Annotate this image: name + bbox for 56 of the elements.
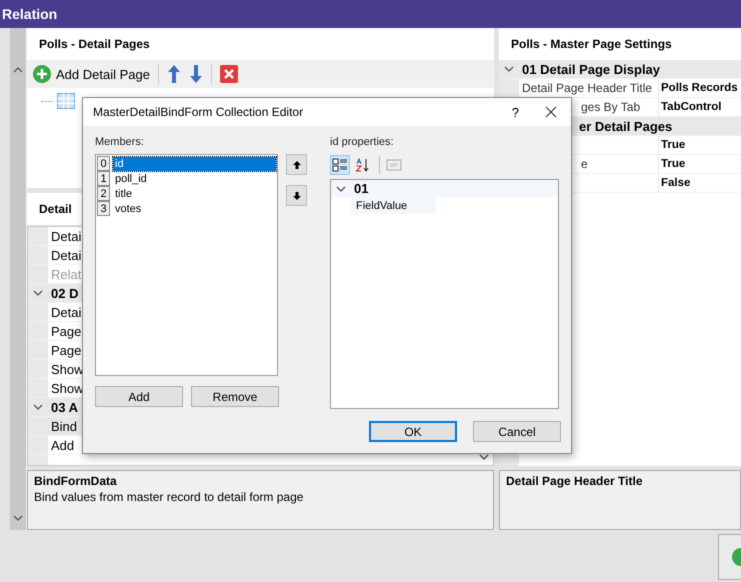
property-value[interactable]: Polls Records [659, 79, 738, 97]
help-button[interactable]: ? [512, 104, 519, 120]
dialog-title: MasterDetailBindForm Collection Editor [93, 105, 304, 119]
properties-label: id properties: [330, 136, 395, 148]
panel-title: Polls - Master Page Settings [511, 37, 672, 51]
arrow-up-icon [292, 160, 302, 170]
add-detail-page-button[interactable]: Add Detail Page [33, 65, 150, 83]
scrollbar[interactable] [10, 28, 27, 530]
chevron-down-icon [13, 514, 23, 522]
index-label: 3 [97, 201, 110, 216]
chevron-down-icon[interactable] [33, 403, 43, 411]
property-group-row[interactable]: 01 Detail Page Display [499, 60, 741, 79]
property-grid[interactable]: 01 FieldValue [330, 179, 559, 409]
property-group-row[interactable]: 01 [331, 180, 558, 197]
index-label: 1 [97, 171, 110, 186]
panel-title: Polls - Detail Pages [39, 37, 150, 51]
remove-button[interactable]: Remove [191, 386, 279, 407]
property-value[interactable]: True [659, 155, 686, 173]
member-item[interactable]: poll_id [113, 172, 276, 186]
arrow-down-icon [292, 190, 302, 200]
chevron-down-icon[interactable] [336, 184, 346, 192]
table-icon[interactable] [57, 93, 75, 109]
property-value[interactable]: TabControl [659, 98, 722, 116]
member-item[interactable]: id [113, 156, 276, 170]
chevron-down-icon[interactable] [33, 289, 43, 297]
description-title: BindFormData [34, 474, 117, 488]
action-button[interactable] [718, 534, 741, 580]
cancel-button[interactable]: Cancel [473, 421, 561, 442]
members-label: Members: [95, 136, 145, 148]
property-value[interactable]: False [659, 174, 690, 192]
move-down-button[interactable] [286, 185, 307, 206]
chevron-down-icon[interactable] [504, 65, 514, 73]
categorized-view-button[interactable] [330, 155, 350, 175]
property-name[interactable]: Detail Page Header Title [522, 81, 652, 95]
chevron-down-icon[interactable] [479, 453, 489, 461]
arrow-up-icon[interactable] [166, 64, 181, 84]
property-name[interactable]: FieldValue [351, 197, 436, 214]
description-title: Detail Page Header Title [506, 474, 642, 488]
index-label: 2 [97, 186, 110, 201]
move-up-button[interactable] [286, 154, 307, 175]
property-name[interactable]: e [581, 157, 588, 171]
delete-icon[interactable] [220, 65, 238, 83]
property-name[interactable]: ges By Tab [581, 100, 640, 114]
property-value[interactable]: True [659, 136, 686, 154]
member-item[interactable]: votes [113, 202, 276, 216]
ok-button[interactable]: OK [369, 421, 457, 442]
description-text: Bind values from master record to detail form page [34, 490, 304, 504]
member-item[interactable]: title [113, 186, 276, 200]
chevron-up-icon [13, 66, 23, 74]
window-title: Relation [2, 6, 58, 22]
panel-title: Detail [39, 202, 72, 216]
arrow-down-icon[interactable] [188, 64, 203, 84]
close-icon[interactable] [545, 106, 557, 118]
index-label: 0 [97, 156, 110, 171]
add-button[interactable]: Add [95, 386, 183, 407]
members-list[interactable]: 0 id 1 poll_id 2 title 3 votes [95, 154, 278, 376]
